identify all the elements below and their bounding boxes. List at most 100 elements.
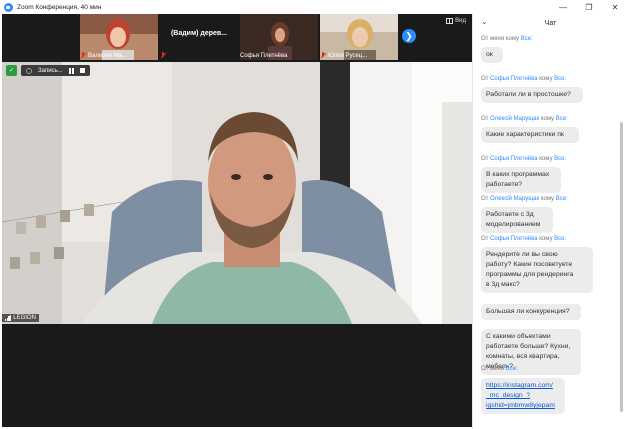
chat-meta-from: От [481, 236, 491, 242]
chat-sender[interactable]: меня [490, 366, 504, 372]
chat-message-line: Большая ли конкуренция? [486, 308, 570, 315]
speaker-name: LEGION [13, 315, 36, 321]
encryption-shield-icon[interactable]: ✓ [6, 65, 17, 76]
chat-scrollbar[interactable] [620, 122, 623, 412]
chat-meta-to: кому [539, 116, 556, 122]
participant-name: (Вадим) дерев... [170, 30, 228, 37]
chat-recipient[interactable]: Все: [554, 156, 566, 162]
participant-label [160, 52, 166, 59]
speaker-name-tag: LEGION [2, 314, 39, 322]
speaker-video-frame [2, 62, 472, 324]
chat-meta-from: От [481, 76, 491, 82]
participant-thumbnail[interactable]: Юлия Русец... [320, 14, 398, 60]
close-button[interactable]: ✕ [602, 0, 628, 14]
chat-title: Чат [544, 19, 557, 27]
mic-muted-icon [80, 52, 86, 59]
chat-recipient[interactable]: Все: [556, 196, 568, 202]
chat-message-meta: От меня Все: [481, 366, 518, 372]
chat-meta-to: кому [537, 76, 555, 82]
chat-message-bubble[interactable]: https://instagram.com/_mc_design_? igshid… [481, 378, 565, 414]
participant-name: Юлия Русец... [328, 52, 368, 59]
chat-panel: ⌄ Чат От меня кому Все: ок От Софья Плетнё… [472, 14, 628, 429]
active-speaker-video: ✓ Запись... LEGION [2, 62, 472, 324]
chat-recipient[interactable]: Все: [556, 116, 568, 122]
video-area: Валерия Ма... (Вадим) дерев... Софья Пле… [2, 14, 472, 427]
chat-meta-from: От [481, 366, 491, 372]
participant-thumbnail[interactable]: Софья Плетнёва [240, 14, 318, 60]
chat-message-line: работаете больше? Кухни, [486, 343, 571, 350]
chat-recipient[interactable]: Все: [554, 236, 566, 242]
chat-message-meta: От Софья Плетнёва кому Все: [481, 236, 566, 242]
chat-message-line: В каких программах [486, 171, 550, 178]
participant-label: Валерия Ма... [80, 52, 127, 59]
chat-message-meta: От Олексій Марущак кому Все: [481, 116, 568, 122]
chat-meta-from: От [481, 196, 491, 202]
chat-message-bubble: Большая ли конкуренция? [481, 304, 581, 320]
chat-message-line: комнаты, вся квартира, [486, 353, 560, 360]
chat-message-line: моделированием [486, 221, 541, 228]
chat-meta-to: кому [539, 196, 556, 202]
next-page-arrow-icon[interactable]: ❯ [402, 29, 416, 43]
participant-label: Софья Плетнёва [240, 53, 287, 59]
window-controls: — ❐ ✕ [550, 0, 628, 14]
chat-message-bubble: ок [481, 47, 503, 63]
chat-message-line: работаете? [486, 181, 523, 188]
chat-message-line: Какие характеристики пк [486, 131, 564, 138]
chat-message-line: Рендерите ли вы свою [486, 251, 558, 258]
chat-meta-to: кому [537, 156, 555, 162]
participant-thumbnail[interactable]: Валерия Ма... [80, 14, 158, 60]
meeting-top-controls: ✓ Запись... [6, 65, 90, 76]
restore-button[interactable]: ❐ [576, 0, 602, 14]
title-bar: Zoom Конференция, 40 мин — ❐ ✕ [0, 0, 628, 14]
chat-message-line: программы для рендеринга [486, 271, 574, 278]
chat-link-line[interactable]: https://instagram.com/ [486, 381, 560, 391]
chat-message-line: в 3д макс? [486, 281, 520, 288]
recording-label: Запись... [38, 67, 63, 74]
chat-meta-from: От [481, 156, 491, 162]
chat-link-line[interactable]: _mc_design_? [486, 391, 560, 401]
chat-sender[interactable]: Олексій Марущак [490, 196, 539, 202]
chat-recipient[interactable]: Все: [521, 36, 533, 42]
chat-sender[interactable]: Софья Плетнёва [490, 156, 537, 162]
chat-sender[interactable]: Софья Плетнёва [490, 76, 537, 82]
chat-sender[interactable]: Олексій Марущак [490, 116, 539, 122]
chat-message-line: Работаете с 3д [486, 211, 534, 218]
participant-thumbnail[interactable]: (Вадим) дерев... [160, 14, 238, 60]
grid-view-icon [446, 18, 454, 24]
collapse-chevron-icon[interactable]: ⌄ [481, 17, 488, 26]
stop-recording-icon[interactable] [79, 68, 85, 73]
recording-dot-icon [26, 67, 32, 74]
mic-muted-icon [160, 52, 166, 59]
chat-meta-from: От [481, 36, 491, 42]
chat-meta-to: кому [537, 236, 555, 242]
participant-name: Софья Плетнёва [240, 53, 288, 59]
chat-message-bubble: В каких программах работаете? [481, 167, 561, 193]
chat-meta-from: От [481, 116, 491, 122]
chat-message-line: ок [486, 51, 493, 58]
chat-sender[interactable]: Софья Плетнёва [490, 236, 537, 242]
chat-header: ⌄ Чат [473, 14, 628, 32]
zoom-window: Zoom Конференция, 40 мин — ❐ ✕ Валерия М [0, 0, 628, 429]
chat-message-meta: От Олексій Марущак кому Все: [481, 196, 568, 202]
connection-signal-icon [5, 315, 12, 321]
chat-sender[interactable]: меня [490, 36, 504, 42]
chat-message-bubble: Какие характеристики пк [481, 127, 579, 143]
chat-message-bubble: Работаете с 3д моделированием [481, 207, 553, 233]
participant-name: Валерия Ма... [88, 52, 128, 59]
chat-recipient[interactable]: Все: [554, 76, 566, 82]
chat-link-line[interactable]: igshid=jmbmw8yjepam [486, 401, 560, 411]
chat-message-meta: От Софья Плетнёва кому Все: [481, 156, 566, 162]
minimize-button[interactable]: — [550, 0, 576, 14]
chat-message-line: Работали ли в простошке? [486, 91, 571, 98]
chat-message-bubble: Работали ли в простошке? [481, 87, 583, 103]
chat-meta-to: кому [504, 36, 521, 42]
zoom-logo-icon [4, 2, 13, 12]
view-button[interactable]: Вид [446, 18, 466, 24]
chat-message-meta: От меня кому Все: [481, 36, 533, 42]
participant-label: Юлия Русец... [320, 52, 367, 59]
chat-message-list[interactable]: От меня кому Все: ок От Софья Плетнёва ком… [473, 36, 623, 426]
participant-strip: Валерия Ма... (Вадим) дерев... Софья Пле… [2, 14, 472, 60]
chat-recipient[interactable]: Все: [506, 366, 518, 372]
pause-recording-icon[interactable] [68, 67, 74, 74]
view-label: Вид [455, 18, 466, 24]
